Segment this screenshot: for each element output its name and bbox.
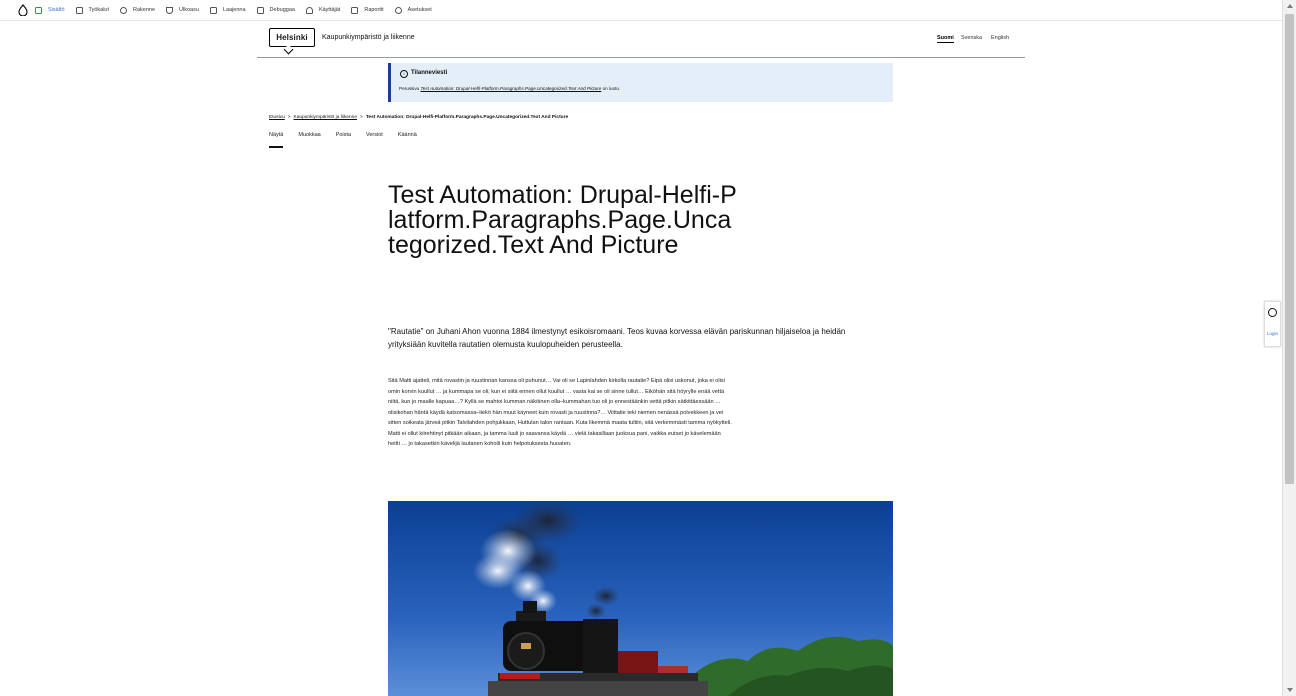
language-en[interactable]: English bbox=[991, 35, 1009, 41]
breadcrumb-separator: > bbox=[287, 115, 291, 120]
logo-text: Helsinki bbox=[276, 33, 308, 42]
train-picture bbox=[388, 501, 893, 696]
widget-label[interactable]: Login bbox=[1267, 331, 1278, 336]
breadcrumb-home[interactable]: Etusivu bbox=[269, 115, 285, 120]
toolbar-item-label: Laajenna bbox=[222, 7, 246, 13]
tab-edit[interactable]: Muokkaa bbox=[298, 132, 320, 148]
user-avatar-icon bbox=[1268, 308, 1277, 317]
toolbar-item-debug[interactable]: Debuggaa bbox=[256, 6, 295, 14]
scroll-down-arrow-icon[interactable] bbox=[1287, 688, 1293, 692]
helsinki-logo[interactable]: Helsinki bbox=[269, 28, 315, 47]
toolbar-item-content[interactable]: Sisältö bbox=[35, 6, 65, 14]
info-icon: i bbox=[400, 70, 408, 78]
toolbar-item-users[interactable]: Käyttäjät bbox=[305, 6, 341, 14]
status-title: Tilanneviesti bbox=[411, 70, 448, 76]
toolbar-item-label: Asetukset bbox=[407, 7, 432, 13]
toolbar-item-label: Sisältö bbox=[48, 7, 65, 13]
status-message: i Tilanneviesti Perussivu Test Automatio… bbox=[388, 63, 893, 102]
tab-revisions[interactable]: Versiot bbox=[366, 132, 383, 148]
appearance-icon bbox=[166, 6, 174, 14]
status-suffix: on luotu. bbox=[602, 86, 621, 91]
user-icon bbox=[305, 6, 313, 14]
toolbar-item-label: Rakenne bbox=[133, 7, 156, 13]
scroll-up-arrow-icon[interactable] bbox=[1287, 4, 1293, 8]
status-text: Perussivu Test Automation: Drupal-Helfi-… bbox=[399, 86, 620, 91]
language-fi[interactable]: Suomi bbox=[937, 35, 954, 43]
breadcrumb-current: Test Automation: Drupal-Helfi-Platform.P… bbox=[365, 115, 569, 120]
debug-icon bbox=[256, 6, 264, 14]
reports-icon bbox=[351, 6, 359, 14]
toolbar-item-label: Käyttäjät bbox=[318, 7, 341, 13]
language-sv[interactable]: Svenska bbox=[961, 35, 982, 41]
toolbar-item-label: Debuggaa bbox=[269, 7, 295, 13]
content-icon bbox=[35, 6, 42, 14]
status-prefix: Perussivu bbox=[399, 86, 420, 91]
admin-toolbar: Sisältö Työkalut Rakenne Ulkoasu Laajenn… bbox=[0, 0, 1282, 21]
toolbar-item-settings[interactable]: Asetukset bbox=[394, 6, 432, 14]
site-name[interactable]: Kaupunkiympäristö ja liikenne bbox=[322, 34, 415, 41]
lead-paragraph: "Rautatie" on Juhani Ahon vuonna 1884 il… bbox=[388, 327, 846, 349]
tools-icon bbox=[75, 6, 83, 14]
gear-icon bbox=[394, 6, 402, 14]
drupal-logo-icon[interactable] bbox=[17, 4, 29, 16]
toolbar-item-label: Raportit bbox=[364, 7, 384, 13]
tab-translate[interactable]: Käännä bbox=[398, 132, 417, 148]
toolbar-item-tools[interactable]: Työkalut bbox=[75, 6, 109, 14]
scrollbar-thumb[interactable] bbox=[1285, 14, 1294, 484]
toolbar-item-extend[interactable]: Laajenna bbox=[209, 6, 246, 14]
breadcrumb: Etusivu > Kaupunkiympäristö ja liikenne > Te… bbox=[269, 115, 568, 120]
tab-delete[interactable]: Poista bbox=[336, 132, 351, 148]
extend-icon bbox=[209, 6, 217, 14]
steam-locomotive-image bbox=[388, 501, 893, 696]
status-node-link[interactable]: Test Automation: Drupal-Helfi-Platform.P… bbox=[420, 86, 601, 91]
toolbar-item-appearance[interactable]: Ulkoasu bbox=[166, 6, 199, 14]
vertical-scrollbar[interactable] bbox=[1282, 0, 1296, 696]
toolbar-item-label: Työkalut bbox=[88, 7, 109, 13]
site-header: Helsinki Kaupunkiympäristö ja liikenne S… bbox=[257, 27, 1025, 58]
feedback-widget[interactable]: Login bbox=[1264, 301, 1281, 347]
tab-view[interactable]: Näytä bbox=[269, 132, 284, 148]
local-tasks-tabs: Näytä Muokkaa Poista Versiot Käännä bbox=[269, 132, 432, 148]
toolbar-item-label: Ulkoasu bbox=[179, 7, 199, 13]
body-paragraph: Sitä Matti ajatteli, mitä rovastin ja ru… bbox=[388, 378, 732, 447]
breadcrumb-separator: > bbox=[360, 115, 363, 120]
page-title: Test Automation: Drupal-Helfi-Platform.P… bbox=[388, 181, 737, 259]
toolbar-item-reports[interactable]: Raportit bbox=[351, 6, 384, 14]
breadcrumb-parent[interactable]: Kaupunkiympäristö ja liikenne bbox=[294, 115, 357, 120]
toolbar-item-structure[interactable]: Rakenne bbox=[120, 6, 156, 14]
structure-icon bbox=[120, 6, 127, 14]
